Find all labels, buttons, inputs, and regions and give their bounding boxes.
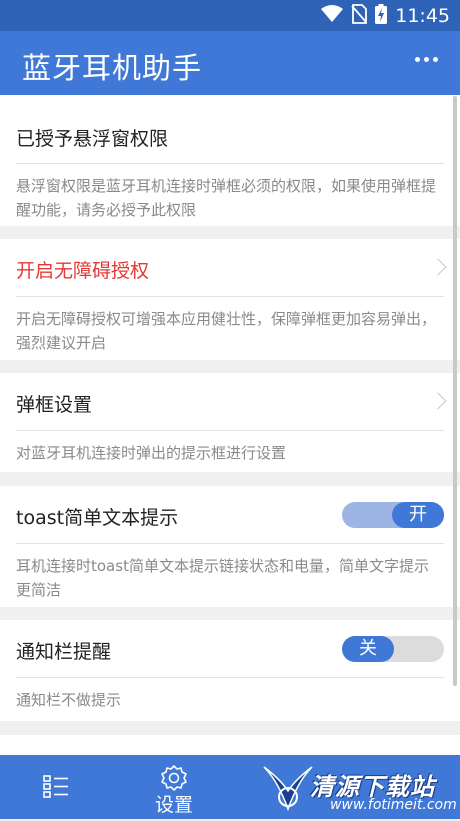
section-description: 对蓝牙耳机连接时弹出的提示框进行设置 — [16, 444, 287, 462]
notification-toggle[interactable]: 关 — [342, 636, 444, 662]
divider — [16, 543, 444, 544]
section-toast: toast简单文本提示 开 耳机连接时toast简单文本提示链接状态和电量，简单… — [0, 486, 460, 607]
settings-list[interactable]: 已授予悬浮窗权限 悬浮窗权限是蓝牙耳机连接时弹框必须的权限，如果使用弹框提醒功能… — [0, 95, 460, 755]
status-bar: 11:45 — [0, 0, 460, 31]
toggle-knob-label: 关 — [342, 636, 394, 662]
section-popup-settings[interactable]: 弹框设置 对蓝牙耳机连接时弹出的提示框进行设置 — [0, 373, 460, 472]
section-overlay-permission[interactable]: 已授予悬浮窗权限 悬浮窗权限是蓝牙耳机连接时弹框必须的权限，如果使用弹框提醒功能… — [0, 95, 460, 226]
section-accessibility[interactable]: 开启无障碍授权 开启无障碍授权可增强本应用健壮性，保障弹框更加容易弹出，强烈建议… — [0, 239, 460, 360]
section-description: 开启无障碍授权可增强本应用健壮性，保障弹框更加容易弹出，强烈建议开启 — [16, 310, 437, 352]
section-title: 开启无障碍授权 — [16, 260, 150, 282]
chevron-right-icon — [429, 392, 447, 410]
watermark-logo-icon — [260, 761, 316, 821]
section-notification: 通知栏提醒 关 通知栏不做提示 — [0, 620, 460, 721]
app-bar: 蓝牙耳机助手 — [0, 31, 460, 95]
toast-toggle[interactable]: 开 — [342, 502, 444, 528]
chevron-right-icon — [429, 258, 447, 276]
section-title: toast简单文本提示 — [16, 507, 179, 529]
section-title: 已授予悬浮窗权限 — [16, 128, 169, 150]
nav-settings[interactable]: 设置 — [138, 755, 210, 819]
divider — [16, 430, 444, 431]
wifi-icon — [321, 4, 344, 28]
bottom-nav: 设置 清源下载站 www.fotimeit.com — [0, 755, 460, 819]
nav-list[interactable] — [20, 755, 92, 819]
section-title: 通知栏提醒 — [16, 641, 112, 663]
no-sim-icon — [351, 3, 368, 29]
nav-settings-label: 设置 — [154, 794, 193, 816]
section-description: 通知栏不做提示 — [16, 691, 122, 709]
app-title: 蓝牙耳机助手 — [22, 51, 203, 85]
watermark-url: www.fotimeit.com — [330, 797, 457, 813]
list-icon — [43, 774, 69, 802]
next-section-partial — [0, 735, 460, 755]
more-options-icon[interactable] — [415, 57, 438, 62]
section-description: 悬浮窗权限是蓝牙耳机连接时弹框必须的权限，如果使用弹框提醒功能，请务必授予此权限 — [16, 177, 437, 219]
status-time: 11:45 — [395, 5, 450, 27]
watermark: 清源下载站 www.fotimeit.com — [260, 761, 457, 817]
divider — [16, 163, 444, 164]
divider — [16, 296, 444, 297]
section-description: 耳机连接时toast简单文本提示链接状态和电量，简单文字提示更简洁 — [16, 557, 429, 599]
section-title: 弹框设置 — [16, 394, 93, 416]
scrollbar[interactable] — [453, 96, 457, 686]
toggle-knob-label: 开 — [392, 502, 444, 528]
divider — [16, 677, 444, 678]
battery-charging-icon — [375, 3, 388, 29]
